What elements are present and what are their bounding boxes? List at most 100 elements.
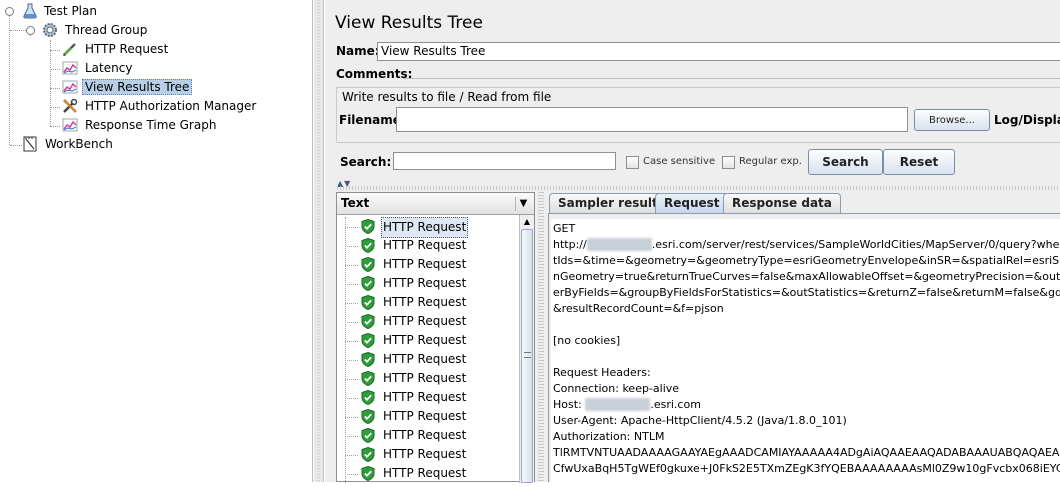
result-item-label: HTTP Request — [383, 390, 467, 404]
scroll-up-icon[interactable]: ▲ — [522, 216, 532, 228]
tree-connector — [50, 50, 60, 51]
vertical-splitter[interactable] — [538, 192, 544, 482]
tree-connector — [50, 126, 60, 127]
request-url: http://xxxxxxxxxx.esri.com/server/rest/s… — [553, 237, 1060, 253]
tree-connector — [345, 379, 358, 380]
result-item-label: HTTP Request — [383, 352, 467, 366]
scroll-thumb[interactable] — [521, 229, 533, 483]
tree-connector — [345, 417, 358, 418]
tree-connector — [345, 455, 358, 456]
regular-exp-label: Regular exp. — [739, 156, 802, 167]
tree-node-response-time-graph[interactable]: Response Time Graph — [62, 116, 219, 135]
success-shield-icon — [361, 256, 375, 273]
request-headers-title: Request Headers: — [553, 366, 651, 379]
tab-response-data[interactable]: Response data — [723, 193, 841, 214]
graph-icon — [62, 60, 78, 76]
filename-label: Filename — [339, 113, 401, 127]
tree-node-label: HTTP Request — [85, 42, 169, 56]
tree-node-view-results-tree[interactable]: View Results Tree — [62, 78, 193, 97]
result-item[interactable]: HTTP Request — [337, 236, 519, 255]
tree-connector — [345, 217, 346, 483]
result-item[interactable]: HTTP Request — [337, 426, 519, 445]
notepad-icon — [22, 136, 38, 152]
success-shield-icon — [361, 237, 375, 254]
success-shield-icon — [361, 351, 375, 368]
case-sensitive-label: Case sensitive — [643, 156, 716, 167]
url-rest: .esri.com/server/rest/services/SampleWor… — [651, 238, 1060, 251]
split-pane-divider[interactable] — [314, 0, 324, 482]
collapse-toggle-thread-group[interactable] — [26, 26, 35, 35]
renderer-selected-value: Text — [341, 196, 370, 210]
sample-results-list[interactable]: Text ▼ HTTP Request HTTP Request HTTP Requ… — [336, 192, 535, 483]
tree-node-http-authorization-manager[interactable]: HTTP Authorization Manager — [62, 97, 259, 116]
comments-field[interactable] — [403, 78, 1060, 79]
result-item-label: HTTP Request — [383, 409, 467, 423]
result-item-label: HTTP Request — [383, 257, 467, 271]
graph-icon — [62, 79, 78, 95]
test-plan-tree[interactable]: Test Plan Thread Group HTTP Request Late… — [0, 0, 313, 482]
tree-node-label: Latency — [85, 61, 133, 75]
result-item-label: HTTP Request — [383, 238, 467, 252]
filename-field[interactable] — [396, 107, 908, 132]
success-shield-icon — [361, 218, 375, 235]
chevron-down-icon[interactable]: ▼ — [515, 197, 531, 211]
name-label: Name: — [336, 44, 380, 58]
result-item[interactable]: HTTP Request — [337, 217, 519, 238]
result-item-label: HTTP Request — [381, 217, 469, 238]
tree-connector — [345, 227, 358, 228]
success-shield-icon — [361, 389, 375, 406]
url-prefix: http:// — [553, 238, 587, 251]
header-connection: Connection: keep-alive — [553, 382, 680, 395]
file-section-title: Write results to file / Read from file — [342, 90, 552, 104]
tree-node-thread-group[interactable]: Thread Group — [42, 21, 150, 40]
tab-sampler-result[interactable]: Sampler result — [549, 193, 667, 214]
results-list-scrollbar[interactable]: ▲ — [519, 215, 534, 483]
regular-exp-checkbox[interactable] — [722, 156, 735, 169]
tab-request[interactable]: Request — [655, 193, 729, 214]
result-item[interactable]: HTTP Request — [337, 274, 519, 293]
tree-node-latency[interactable]: Latency — [62, 59, 135, 78]
renderer-select[interactable]: Text ▼ — [337, 193, 534, 215]
tree-connector — [345, 246, 358, 247]
tree-node-http-request[interactable]: HTTP Request — [62, 40, 171, 59]
search-button[interactable]: Search — [808, 149, 883, 175]
reset-button[interactable]: Reset — [883, 149, 955, 175]
case-sensitive-checkbox[interactable] — [626, 156, 639, 169]
result-item[interactable]: HTTP Request — [337, 255, 519, 274]
search-input[interactable] — [393, 152, 616, 170]
result-item[interactable]: HTTP Request — [337, 445, 519, 464]
tree-connector — [345, 303, 358, 304]
comments-label: Comments: — [336, 67, 413, 81]
result-item[interactable]: HTTP Request — [337, 388, 519, 407]
search-label: Search: — [340, 155, 392, 169]
tree-node-test-plan[interactable]: Test Plan — [22, 2, 100, 21]
tree-connector — [345, 360, 358, 361]
result-item[interactable]: HTTP Request — [337, 464, 519, 483]
browse-button[interactable]: Browse... — [914, 109, 990, 131]
pipette-icon — [62, 41, 78, 57]
collapse-toggle-test-plan[interactable] — [5, 7, 14, 16]
result-item[interactable]: HTTP Request — [337, 369, 519, 388]
tree-connector — [10, 145, 22, 146]
tree-node-workbench[interactable]: WorkBench — [22, 135, 116, 154]
tree-node-label: View Results Tree — [82, 79, 193, 95]
request-text-area[interactable]: GET http://xxxxxxxxxx.esri.com/server/re… — [551, 219, 1060, 482]
tree-connector — [345, 284, 358, 285]
result-item-label: HTTP Request — [383, 276, 467, 290]
tree-node-label: WorkBench — [45, 137, 113, 151]
request-cookies: [no cookies] — [553, 334, 621, 347]
name-field[interactable]: View Results Tree — [377, 42, 1060, 61]
result-item-label: HTTP Request — [383, 447, 467, 461]
result-item[interactable]: HTTP Request — [337, 350, 519, 369]
result-item[interactable]: HTTP Request — [337, 331, 519, 350]
result-item[interactable]: HTTP Request — [337, 293, 519, 312]
redacted-host: xxxxxxxxxx — [586, 238, 652, 251]
horizontal-splitter[interactable] — [337, 186, 1060, 190]
tree-connector — [345, 436, 358, 437]
success-shield-icon — [361, 408, 375, 425]
log-display-label: Log/Display — [994, 113, 1060, 127]
result-item-label: HTTP Request — [383, 428, 467, 442]
result-item[interactable]: HTTP Request — [337, 312, 519, 331]
result-item[interactable]: HTTP Request — [337, 407, 519, 426]
request-url-line: &resultRecordCount=&f=pjson — [553, 302, 724, 315]
